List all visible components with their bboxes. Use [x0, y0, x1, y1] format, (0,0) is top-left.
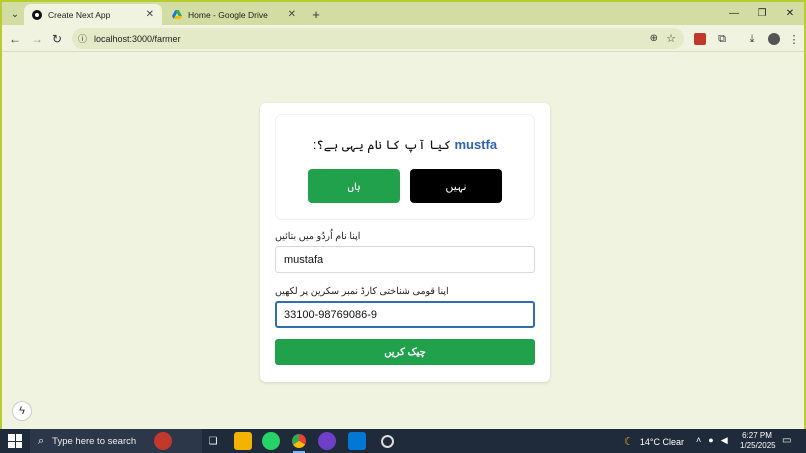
forward-icon[interactable]: → — [28, 30, 46, 48]
tab-strip: ⌄ Create Next App ✕ Home - Google Drive … — [2, 2, 804, 25]
tab-google-drive[interactable]: Home - Google Drive ✕ — [164, 4, 304, 25]
profile-avatar-icon[interactable] — [766, 31, 782, 47]
windows-taskbar: ⌕ Type here to search ❏ ☾ 14°C Clear ˄ ●… — [0, 429, 806, 453]
notification-icon[interactable]: ▭ — [782, 435, 791, 446]
close-icon[interactable]: ✕ — [288, 9, 296, 20]
google-drive-favicon-icon — [172, 10, 182, 20]
nextjs-favicon-icon — [32, 9, 42, 20]
speaker-icon[interactable]: ◀ — [721, 435, 728, 446]
site-info-icon[interactable]: ⓘ — [78, 32, 87, 45]
back-icon[interactable]: ← — [6, 30, 24, 48]
cnic-field-label: اپنا قومی شناختی کارڈ نمبر سکرین پر لکھی… — [275, 286, 449, 297]
file-explorer-icon[interactable] — [234, 432, 252, 450]
chevron-up-icon[interactable]: ˄ — [696, 435, 701, 446]
zoom-icon[interactable]: ⊕ — [650, 33, 658, 44]
restore-icon[interactable]: ❐ — [748, 2, 776, 25]
clock-time: 6:27 PM — [742, 431, 772, 440]
browser-toolbar: ← → ↻ ⓘ localhost:3000/farmer ⊕ ☆ ⧉ ⤓ ⋮ — [2, 25, 804, 52]
system-tray: ˄ ● ◀ — [696, 435, 728, 446]
clock-date: 1/25/2025 — [740, 441, 776, 450]
search-placeholder: Type here to search — [52, 435, 137, 447]
nextjs-dev-indicator-icon[interactable]: ϟ — [12, 401, 32, 421]
reload-icon[interactable]: ↻ — [48, 30, 66, 48]
question-name: mustfa — [454, 137, 498, 152]
search-icon: ⌕ — [38, 434, 45, 447]
name-confirm-card: :کیا آپ کا نام یہی ہے؟ mustfa ہاں نہیں — [276, 115, 534, 219]
github-desktop-icon[interactable] — [318, 432, 336, 450]
windows-start-icon[interactable] — [8, 434, 22, 448]
whatsapp-icon[interactable] — [262, 432, 280, 450]
microphone-icon[interactable]: ● — [708, 435, 713, 446]
kebab-menu-icon[interactable]: ⋮ — [786, 31, 802, 47]
tab-create-next-app[interactable]: Create Next App ✕ — [24, 4, 162, 25]
no-button[interactable]: نہیں — [410, 169, 502, 203]
question-text: :کیا آپ کا نام یہی ہے؟ — [312, 138, 451, 152]
new-tab-icon[interactable]: + — [308, 6, 324, 22]
vscode-icon[interactable] — [348, 432, 366, 450]
taskbar-decoration-icon — [154, 432, 172, 450]
tab-title: Home - Google Drive — [188, 9, 268, 20]
yes-button[interactable]: ہاں — [308, 169, 400, 203]
bookmark-star-icon[interactable]: ☆ — [666, 32, 676, 45]
minimize-icon[interactable]: — — [720, 2, 748, 25]
close-window-icon[interactable]: ✕ — [776, 2, 804, 25]
browser-window: ⌄ Create Next App ✕ Home - Google Drive … — [0, 0, 806, 429]
weather-widget[interactable]: ☾ 14°C Clear — [624, 435, 684, 448]
extension-red-icon[interactable] — [692, 31, 708, 47]
tab-title: Create Next App — [48, 9, 111, 20]
taskbar-search[interactable]: ⌕ Type here to search — [30, 429, 202, 453]
moon-icon: ☾ — [624, 436, 634, 448]
url-text: localhost:3000/farmer — [94, 33, 181, 44]
cnic-input[interactable]: 33100-98769086-9 — [275, 301, 535, 328]
farmer-form-card: :کیا آپ کا نام یہی ہے؟ mustfa ہاں نہیں ا… — [260, 103, 550, 382]
name-question: :کیا آپ کا نام یہی ہے؟ mustfa — [276, 137, 534, 152]
extensions-puzzle-icon[interactable]: ⧉ — [714, 31, 730, 47]
page-content: :کیا آپ کا نام یہی ہے؟ mustfa ہاں نہیں ا… — [2, 53, 804, 429]
tab-search-button[interactable]: ⌄ — [6, 5, 24, 23]
address-bar[interactable]: ⓘ localhost:3000/farmer ⊕ ☆ — [72, 28, 684, 49]
close-icon[interactable]: ✕ — [146, 9, 154, 20]
window-controls: — ❐ ✕ — [720, 2, 804, 25]
check-button[interactable]: چیک کریں — [275, 339, 535, 365]
name-field-label: اپنا نام اُردُو میں بتائیں — [275, 231, 361, 242]
download-icon[interactable]: ⤓ — [744, 31, 760, 47]
clock[interactable]: 6:27 PM 1/25/2025 — [740, 431, 776, 451]
urdu-name-input[interactable]: mustafa — [275, 246, 535, 273]
app-circle-icon[interactable] — [378, 432, 396, 450]
chrome-icon[interactable] — [290, 432, 308, 453]
weather-text: 14°C Clear — [639, 436, 684, 447]
task-view-icon[interactable]: ❏ — [204, 432, 222, 450]
